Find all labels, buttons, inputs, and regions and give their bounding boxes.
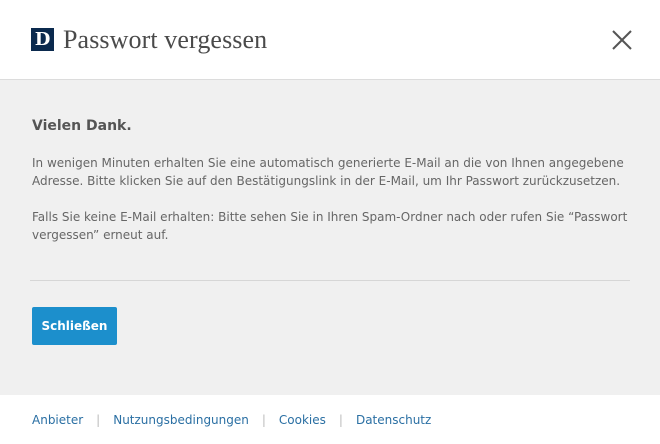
close-button[interactable]: Schließen [32, 307, 117, 345]
dialog-body: Vielen Dank. In wenigen Minuten erhalten… [0, 80, 660, 395]
spam-hint-message: Falls Sie keine E-Mail erhalten: Bitte s… [32, 210, 628, 242]
confirmation-message: In wenigen Minuten erhalten Sie eine aut… [32, 156, 624, 188]
footer-separator: | [338, 413, 343, 427]
footer-link-cookies[interactable]: Cookies [279, 413, 326, 427]
thank-you-heading: Vielen Dank. [32, 118, 132, 134]
footer: Anbieter | Nutzungsbedingungen | Cookies | Dat… [0, 395, 660, 444]
dialog-header: D Passwort vergessen [0, 0, 660, 80]
close-icon[interactable] [608, 26, 636, 54]
dialog-title: Passwort vergessen [63, 25, 268, 54]
footer-separator: | [96, 413, 101, 427]
footer-link-anbieter[interactable]: Anbieter [32, 413, 83, 427]
logo: D [31, 28, 54, 51]
footer-link-datenschutz[interactable]: Datenschutz [356, 413, 431, 427]
footer-links: Anbieter | Nutzungsbedingungen | Cookies | Dat… [32, 412, 431, 428]
divider [30, 280, 630, 281]
footer-link-nutzungsbedingungen[interactable]: Nutzungsbedingungen [113, 413, 249, 427]
footer-separator: | [261, 413, 266, 427]
